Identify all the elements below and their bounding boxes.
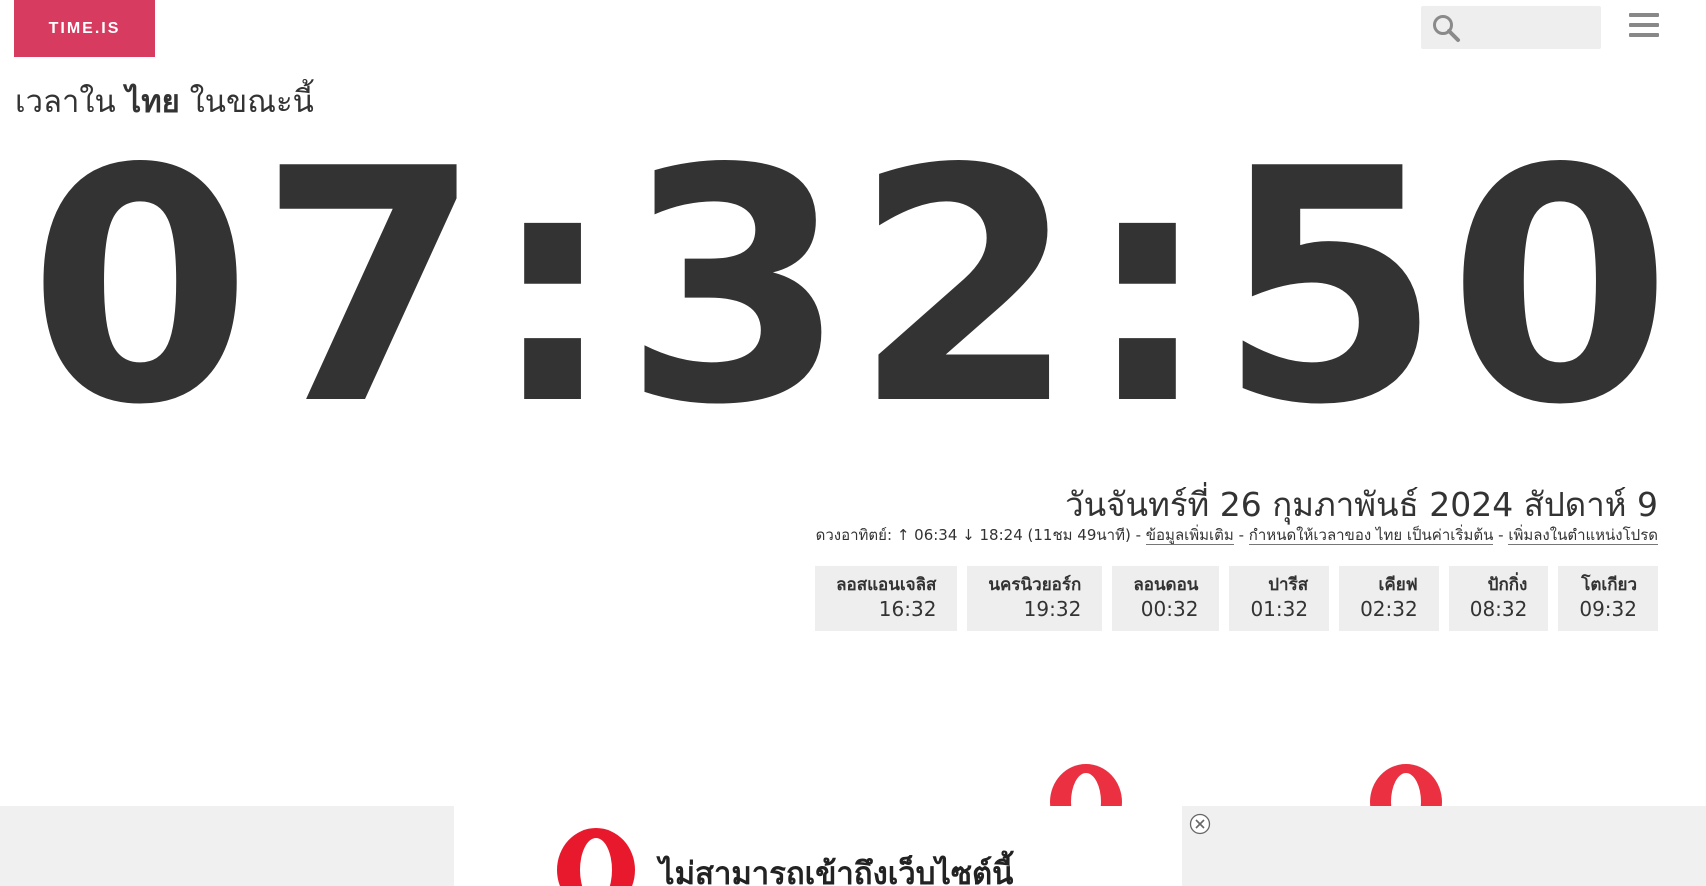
- city-time: 16:32: [878, 597, 937, 621]
- city-name: เคียฟ: [1378, 575, 1418, 595]
- city-clock-kyiv[interactable]: เคียฟ 02:32: [1339, 566, 1439, 631]
- city-time: 00:32: [1140, 597, 1199, 621]
- city-clocks: ลอสแอนเจลิส 16:32 นครนิวยอร์ก 19:32 ลอนด…: [815, 566, 1658, 631]
- city-clock-london[interactable]: ลอนดอน 00:32: [1112, 566, 1220, 631]
- city-time: 02:32: [1360, 597, 1418, 621]
- menu-bar: [1629, 23, 1659, 27]
- city-clock-tokyo[interactable]: โตเกียว 09:32: [1558, 566, 1658, 631]
- sun-info: ดวงอาทิตย์: ↑ 06:34 ↓ 18:24 (11ชม 49นาที…: [816, 523, 1658, 547]
- more-info-link[interactable]: ข้อมูลเพิ่มเติม: [1145, 526, 1234, 545]
- city-name: โตเกียว: [1581, 575, 1637, 595]
- city-clock-los-angeles[interactable]: ลอสแอนเจลิส 16:32: [815, 566, 958, 631]
- city-time: 09:32: [1579, 597, 1637, 621]
- city-time: 01:32: [1250, 597, 1309, 621]
- time-is-logo[interactable]: TIME.IS: [14, 0, 155, 57]
- day-length: (11ชม 49นาที): [1027, 526, 1131, 544]
- close-icon[interactable]: [1189, 813, 1211, 835]
- hamburger-menu-icon[interactable]: [1629, 13, 1659, 41]
- set-default-link[interactable]: กำหนดให้เวลาของ ไทย เป็นค่าเริ่มต้น: [1248, 526, 1494, 545]
- separator: -: [1238, 526, 1245, 544]
- menu-bar: [1629, 13, 1659, 17]
- city-name: ปักกิ่ง: [1487, 575, 1528, 595]
- city-name: ลอสแอนเจลิส: [836, 575, 937, 595]
- sun-label: ดวงอาทิตย์:: [815, 526, 893, 544]
- sunset-time: ↓ 18:24: [962, 526, 1023, 544]
- ad-banner[interactable]: ไม่สามารถเข้าถึงเว็บไซต์นี้: [454, 806, 1182, 886]
- city-time: 08:32: [1469, 597, 1528, 621]
- city-clock-beijing[interactable]: ปักกิ่ง 08:32: [1448, 566, 1549, 631]
- separator: -: [1135, 526, 1142, 544]
- ad-message: ไม่สามารถเข้าถึงเว็บไซต์นี้: [659, 856, 1014, 886]
- city-clock-paris[interactable]: ปารีส 01:32: [1229, 566, 1330, 631]
- separator: -: [1498, 526, 1504, 544]
- main-clock: 07:32:50: [28, 100, 1678, 475]
- city-name: ปารีส: [1268, 575, 1309, 595]
- opera-logo-icon: [557, 828, 635, 886]
- city-name: ลอนดอน: [1133, 575, 1199, 595]
- sunrise-time: ↑ 06:34: [896, 526, 958, 544]
- search-input[interactable]: [1467, 12, 1597, 44]
- search-icon[interactable]: [1431, 13, 1461, 43]
- city-clock-new-york[interactable]: นครนิวยอร์ก 19:32: [967, 566, 1103, 631]
- menu-bar: [1629, 33, 1659, 37]
- city-time: 19:32: [1023, 597, 1082, 621]
- city-name: นครนิวยอร์ก: [988, 575, 1082, 595]
- search-box[interactable]: [1421, 6, 1601, 49]
- add-favorite-link[interactable]: เพิ่มลงในตำแหน่งโปรด: [1508, 526, 1658, 545]
